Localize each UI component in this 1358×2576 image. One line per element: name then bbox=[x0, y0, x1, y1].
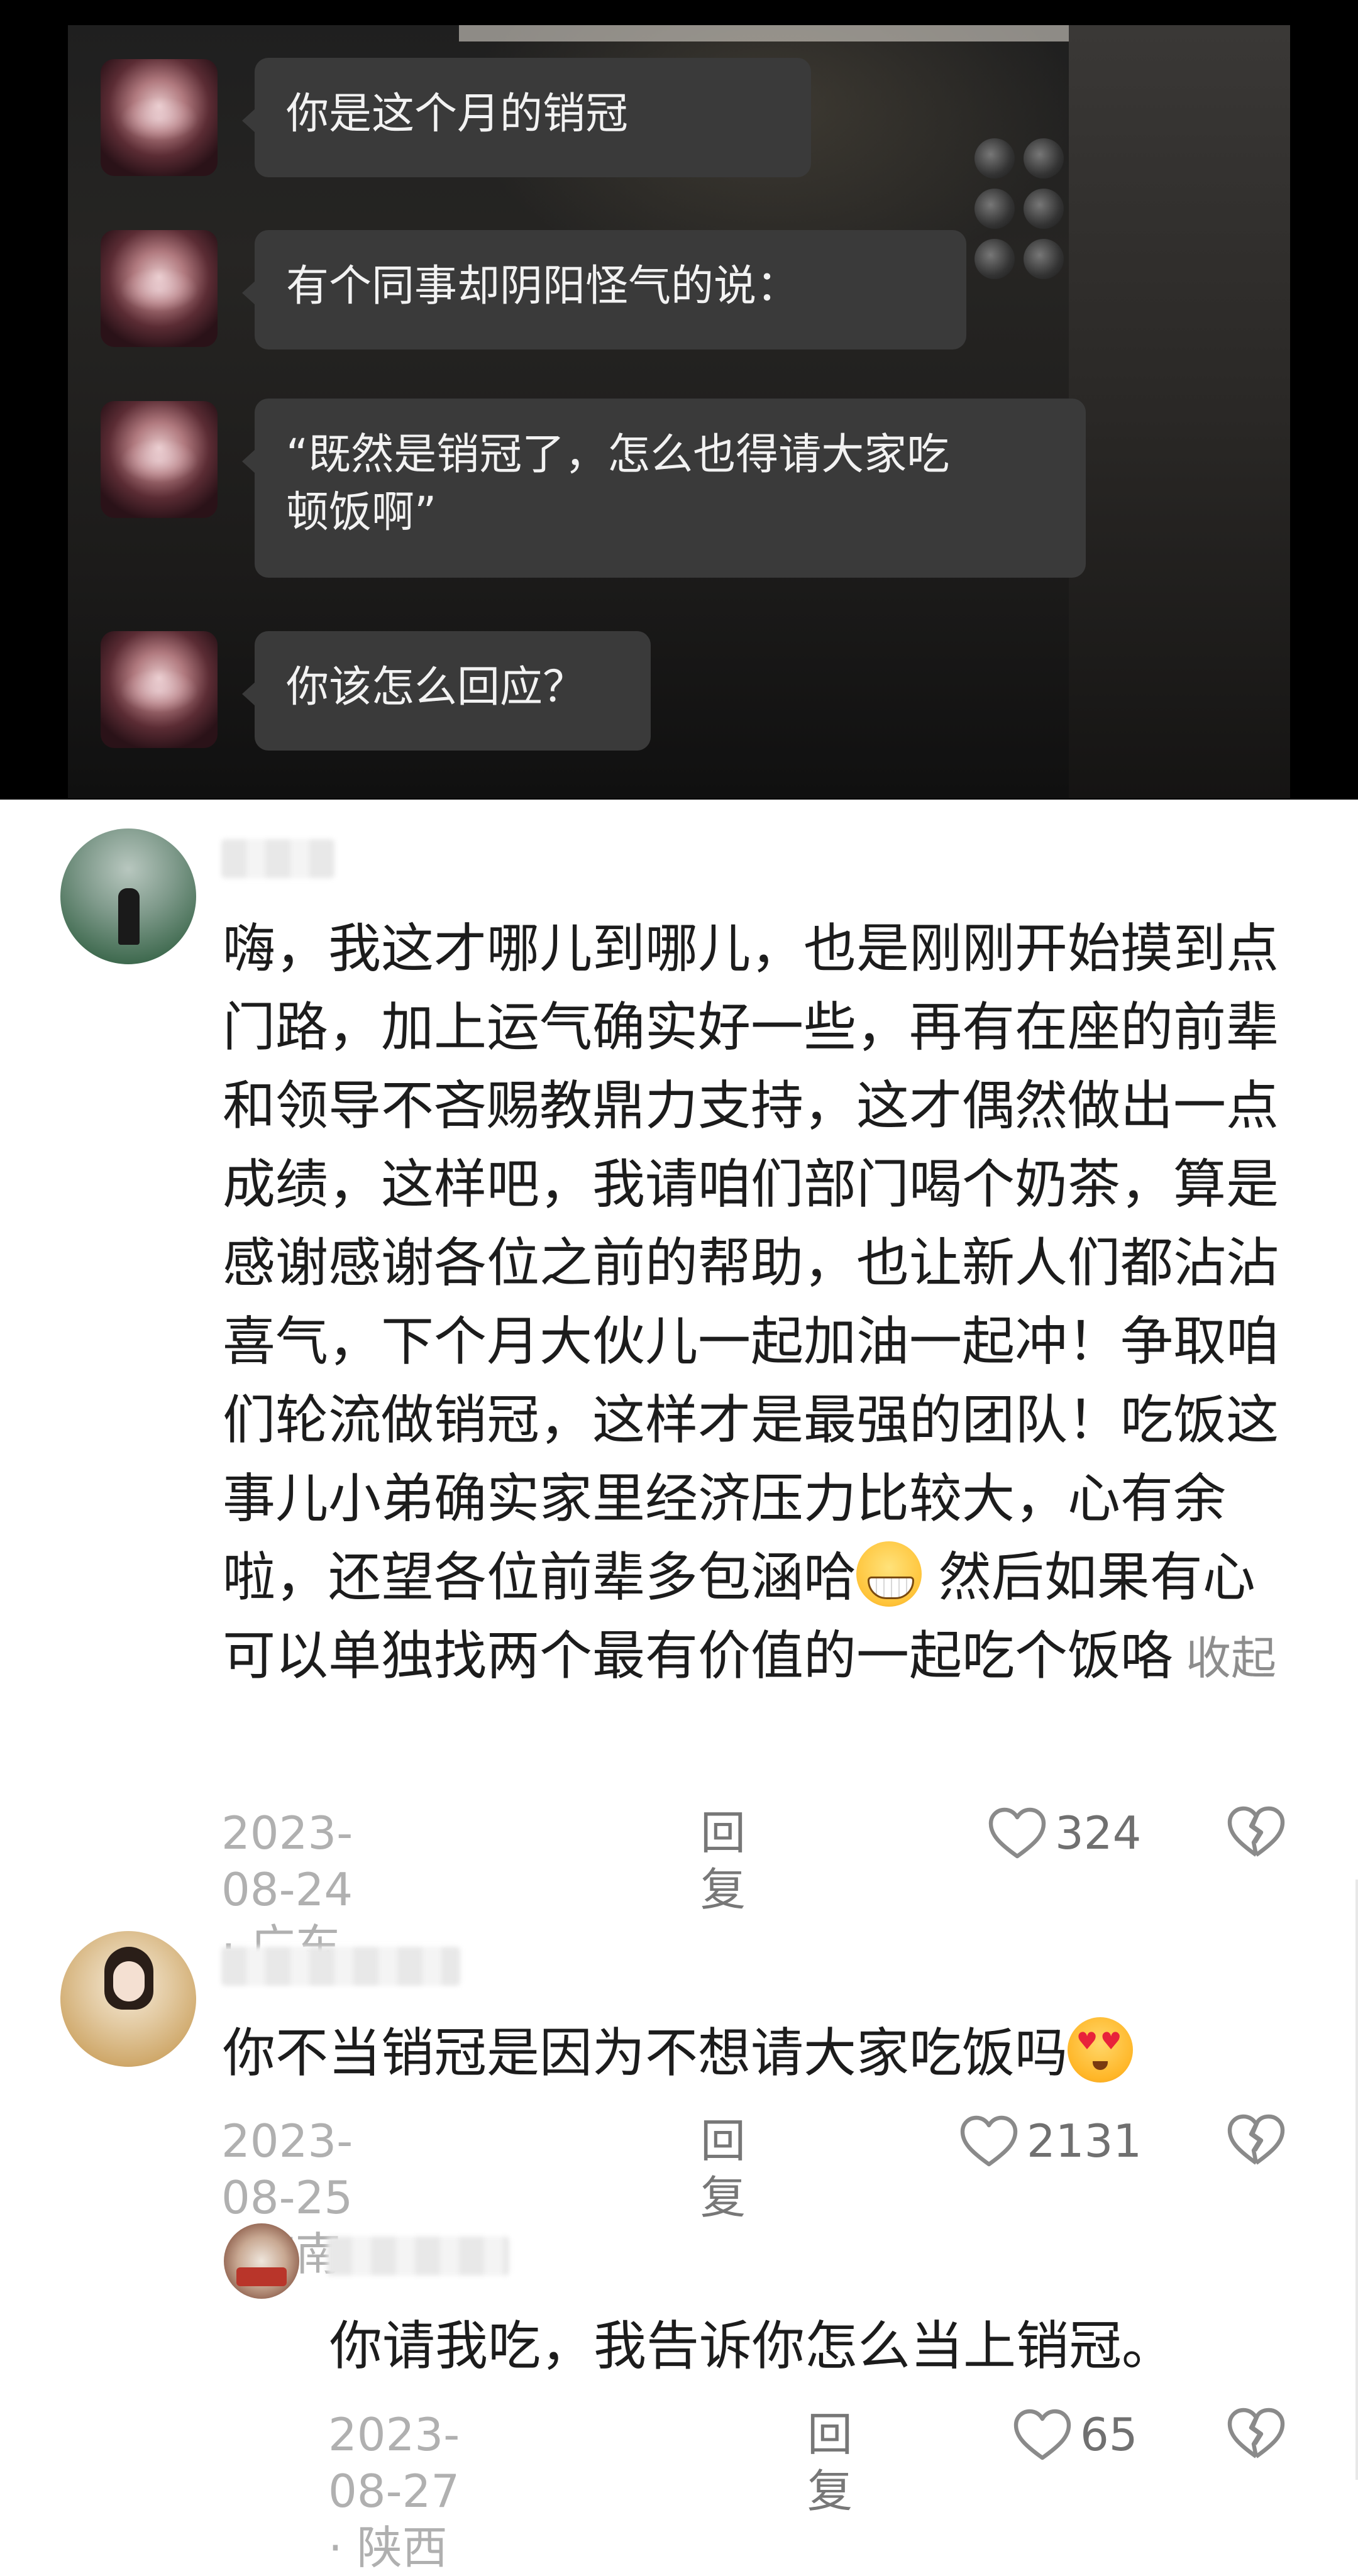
comment-date: 2023-08-27 bbox=[328, 2408, 460, 2518]
broken-heart-icon bbox=[1226, 2111, 1286, 2171]
username-blurred[interactable] bbox=[221, 1947, 460, 1986]
video-frame[interactable]: 你是这个月的销冠 有个同事却阴阳怪气的说： “既然是销冠了，怎么也得请大家吃 顿… bbox=[0, 0, 1358, 800]
comment-text: 你请我吃，我告诉你怎么当上销冠。 bbox=[329, 2315, 1175, 2377]
like-count: 2131 bbox=[1027, 2115, 1142, 2167]
avatar-figure bbox=[118, 888, 140, 945]
heart-outline-icon bbox=[959, 2113, 1019, 2169]
like-button[interactable]: 2131 bbox=[959, 2113, 1142, 2169]
reply-button[interactable]: 回复 bbox=[700, 2113, 746, 2226]
like-button[interactable]: 324 bbox=[987, 1805, 1141, 1861]
collapse-button[interactable]: 收起 bbox=[1186, 1632, 1276, 1685]
chat-bubble: 你是这个月的销冠 bbox=[242, 58, 811, 177]
like-count: 324 bbox=[1055, 1807, 1142, 1859]
washing-machines bbox=[968, 126, 1069, 289]
chat-avatar bbox=[101, 631, 218, 748]
user-avatar[interactable] bbox=[60, 828, 196, 964]
comment-date: 2023-08-25 bbox=[221, 2115, 353, 2224]
reply-button[interactable]: 回复 bbox=[700, 1805, 746, 1918]
reply-button[interactable]: 回复 bbox=[807, 2406, 853, 2519]
dislike-button[interactable] bbox=[1226, 1805, 1286, 1861]
scrollbar-track[interactable] bbox=[1355, 1880, 1358, 2480]
broken-heart-icon bbox=[1226, 2405, 1286, 2464]
username-blurred[interactable] bbox=[327, 2237, 509, 2276]
comment-text: 嗨，我这才哪儿到哪儿，也是刚刚开始摸到点门路，加上运气确实好一些，再有在座的前辈… bbox=[223, 910, 1291, 1698]
street-wall bbox=[1069, 25, 1290, 798]
dislike-button[interactable] bbox=[1226, 2113, 1286, 2169]
chat-avatar bbox=[101, 401, 218, 518]
chat-bubble: 有个同事却阴阳怪气的说： bbox=[242, 230, 966, 350]
comment-date: 2023-08-24 bbox=[221, 1807, 353, 1916]
comment-body: 你不当销冠是因为不想请大家吃饭吗 bbox=[223, 2022, 1068, 2084]
like-button[interactable]: 65 bbox=[1012, 2406, 1138, 2463]
user-avatar[interactable] bbox=[224, 2223, 299, 2299]
grinning-face-emoji bbox=[856, 1541, 922, 1607]
comment-location: 陕西 bbox=[356, 2521, 448, 2574]
comment-text: 你不当销冠是因为不想请大家吃饭吗 bbox=[223, 2014, 1291, 2093]
comment-meta: 2023-08-27 · 陕西 bbox=[328, 2406, 460, 2576]
chat-avatar bbox=[101, 59, 218, 176]
username-blurred[interactable] bbox=[221, 839, 334, 878]
avatar-face bbox=[113, 1961, 145, 2001]
storefront-sign bbox=[459, 25, 1088, 41]
dislike-button[interactable] bbox=[1226, 2406, 1286, 2463]
avatar-detail bbox=[236, 2267, 287, 2286]
like-count: 65 bbox=[1080, 2408, 1138, 2461]
chat-bubble: “既然是销冠了，怎么也得请大家吃 顿饭啊” bbox=[242, 399, 1086, 578]
heart-outline-icon bbox=[1012, 2406, 1073, 2463]
comment-body: 嗨，我这才哪儿到哪儿，也是刚刚开始摸到点门路，加上运气确实好一些，再有在座的前辈… bbox=[223, 918, 1279, 1608]
heart-eyes-emoji bbox=[1068, 2017, 1134, 2083]
broken-heart-icon bbox=[1226, 1803, 1286, 1863]
chat-avatar bbox=[101, 230, 218, 347]
user-avatar[interactable] bbox=[60, 1931, 196, 2067]
heart-outline-icon bbox=[987, 1805, 1047, 1861]
meta-separator: · bbox=[328, 2521, 357, 2574]
chat-bubble: 你该怎么回应？ bbox=[242, 631, 651, 751]
